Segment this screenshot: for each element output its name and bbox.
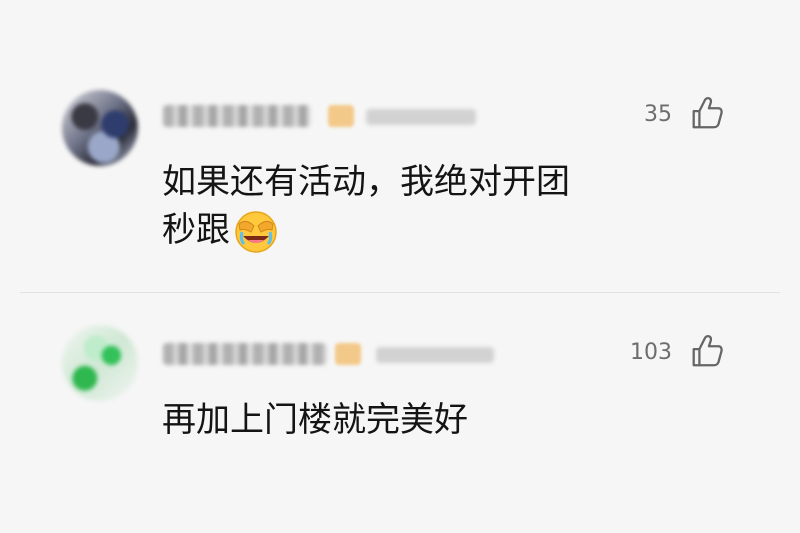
avatar[interactable] <box>62 90 138 166</box>
comment-line-2: 秒跟 <box>162 206 722 254</box>
thumbs-up-icon[interactable] <box>688 332 726 370</box>
comment-text: 再加上门楼就完美好 <box>162 396 722 444</box>
comment-text: 如果还有活动，我绝对开团 秒跟 <box>162 158 722 254</box>
thumbs-up-icon[interactable] <box>688 94 726 132</box>
user-badge-icon <box>328 105 354 127</box>
laughing-face-emoji-icon <box>235 210 277 253</box>
comment-line-text: 秒跟 <box>162 210 230 250</box>
location-blurred <box>376 347 494 363</box>
location-blurred <box>366 109 476 125</box>
avatar[interactable] <box>62 325 138 401</box>
divider <box>20 292 780 293</box>
username-blurred[interactable] <box>163 105 311 127</box>
like-count: 103 <box>630 340 672 365</box>
user-badge-icon <box>335 343 361 365</box>
username-blurred[interactable] <box>163 343 327 365</box>
comment-line: 如果还有活动，我绝对开团 <box>162 162 570 202</box>
like-count: 35 <box>644 102 672 127</box>
comment-line: 再加上门楼就完美好 <box>162 400 468 440</box>
